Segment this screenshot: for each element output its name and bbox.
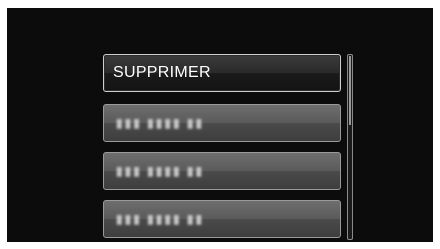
menu-item-label: ▮▮▮ ▮▮▮▮ ▮▮ — [116, 212, 205, 226]
menu-item-label: SUPPRIMER — [113, 64, 211, 81]
menu-item-delete[interactable]: SUPPRIMER — [103, 54, 341, 92]
menu-item-blurred-2[interactable]: ▮▮▮ ▮▮▮▮ ▮▮ — [103, 152, 341, 190]
menu-item-label: ▮▮▮ ▮▮▮▮ ▮▮ — [116, 164, 205, 178]
menu-item-label: ▮▮▮ ▮▮▮▮ ▮▮ — [116, 116, 205, 130]
menu-item-blurred-1[interactable]: ▮▮▮ ▮▮▮▮ ▮▮ — [103, 104, 341, 142]
scrollbar-thumb[interactable] — [349, 56, 351, 125]
menu-item-blurred-3[interactable]: ▮▮▮ ▮▮▮▮ ▮▮ — [103, 200, 341, 238]
lcd-screen: SUPPRIMER ▮▮▮ ▮▮▮▮ ▮▮ ▮▮▮ ▮▮▮▮ ▮▮ ▮▮▮ ▮▮… — [7, 8, 433, 242]
scrollbar-track[interactable] — [347, 54, 353, 240]
